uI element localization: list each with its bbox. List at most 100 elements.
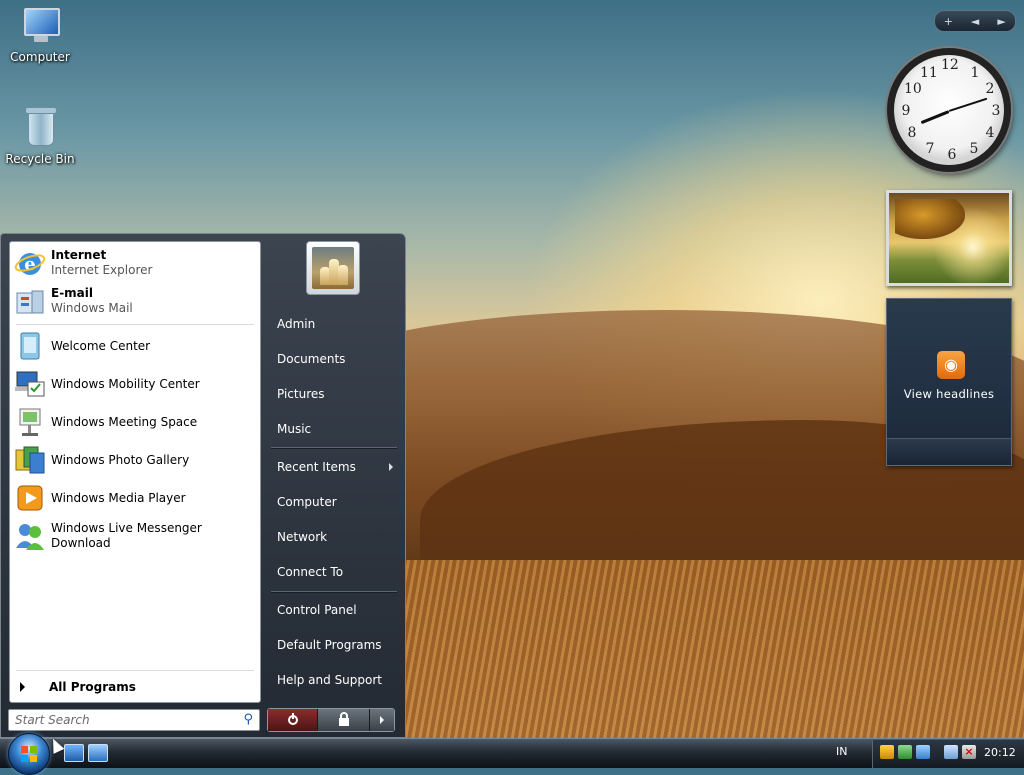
update-icon[interactable] [898, 745, 912, 759]
view-headlines-link[interactable]: View headlines [887, 387, 1011, 401]
search-icon[interactable]: ⚲ [243, 712, 253, 727]
clock-number: 7 [925, 141, 935, 157]
slideshow-image [895, 199, 965, 239]
chevron-right-icon [20, 682, 25, 692]
power-controls [267, 708, 395, 732]
computer-icon [20, 4, 60, 48]
start-link-recent-items[interactable]: Recent Items [269, 452, 399, 482]
clock-number: 5 [969, 141, 979, 157]
clock-number: 2 [985, 81, 995, 97]
pinned-separator [16, 324, 254, 325]
right-separator [271, 447, 397, 449]
messenger-icon [14, 520, 46, 552]
start-link-network[interactable]: Network [269, 522, 399, 552]
power-button[interactable] [268, 709, 319, 731]
security-shield-icon[interactable] [880, 745, 894, 759]
pinned-item-title: E-mail [51, 286, 94, 300]
programs-pane: e Internet Internet Explorer E-mail Window… [9, 241, 261, 703]
start-menu: e Internet Internet Explorer E-mail Window… [0, 233, 406, 738]
user-picture[interactable] [306, 241, 360, 295]
clock-minute-hand [948, 97, 988, 112]
start-button[interactable] [8, 733, 50, 775]
chess-pieces-image [312, 247, 354, 289]
start-link-computer[interactable]: Computer [269, 487, 399, 517]
taskbar-clock[interactable]: 20:12 [984, 746, 1016, 759]
clock-number: 6 [947, 147, 957, 163]
slideshow-gadget[interactable] [886, 190, 1012, 286]
pinned-item-internet[interactable]: e Internet Internet Explorer [14, 245, 258, 281]
clock-number: 9 [901, 103, 911, 119]
program-item[interactable]: Windows Mobility Center [14, 366, 258, 402]
media-player-icon [14, 482, 46, 514]
program-item[interactable]: Windows Live Messenger Download [14, 518, 258, 554]
add-gadget-button[interactable]: + [938, 15, 958, 28]
program-item-label: Windows Live Messenger Download [51, 521, 202, 550]
program-item-label: Windows Mobility Center [51, 376, 200, 391]
clock-gadget[interactable]: 12 1 2 3 4 5 6 7 8 9 10 11 [887, 48, 1011, 172]
all-programs-separator [16, 670, 254, 671]
pinned-item-subtitle: Internet Explorer [51, 263, 153, 277]
clock-number: 3 [991, 103, 1001, 119]
next-gadget-page-button[interactable]: ► [992, 15, 1012, 28]
clock-hour-hand [920, 110, 950, 125]
program-item[interactable]: Windows Photo Gallery [14, 442, 258, 478]
device-icon[interactable] [916, 745, 930, 759]
program-item[interactable]: Windows Media Player [14, 480, 258, 516]
desktop-icon-label: Recycle Bin [5, 152, 75, 166]
feed-headlines-gadget[interactable]: ◉ View headlines [886, 298, 1012, 466]
recycle-bin-icon [20, 106, 60, 150]
program-item-label: Welcome Center [51, 338, 151, 353]
shutdown-options-button[interactable] [370, 709, 394, 731]
program-item-label: Windows Meeting Space [51, 414, 198, 429]
desktop-icon-recycle-bin[interactable]: Recycle Bin [0, 106, 80, 166]
feeds-footer [887, 438, 1011, 465]
clock-number: 8 [907, 125, 917, 141]
start-link-control-panel[interactable]: Control Panel [269, 595, 399, 625]
start-link-admin[interactable]: Admin [269, 309, 399, 339]
meeting-space-icon [14, 406, 46, 438]
start-search-input[interactable]: Start Search ⚲ [8, 709, 260, 731]
photo-gallery-icon [14, 444, 46, 476]
program-item[interactable]: Windows Meeting Space [14, 404, 258, 440]
wallpaper-grass [400, 560, 1024, 760]
arrow-right-icon [380, 716, 385, 724]
start-link-default-programs[interactable]: Default Programs [269, 630, 399, 660]
internet-explorer-icon: e [14, 247, 46, 279]
start-link-pictures[interactable]: Pictures [269, 379, 399, 409]
show-desktop-icon[interactable] [64, 744, 84, 762]
sidebar-controls: + ◄ ► [934, 10, 1016, 32]
rss-icon: ◉ [937, 351, 965, 379]
lock-button[interactable] [318, 709, 371, 731]
start-link-help-and-support[interactable]: Help and Support [269, 665, 399, 695]
program-item-label: Windows Media Player [51, 490, 186, 505]
taskbar [0, 738, 1024, 768]
start-link-documents[interactable]: Documents [269, 344, 399, 374]
network-icon[interactable] [944, 745, 958, 759]
clock-number: 1 [970, 65, 980, 81]
program-item-label: Windows Photo Gallery [51, 452, 190, 467]
clock-number: 10 [904, 81, 922, 97]
all-programs-button[interactable]: All Programs [20, 680, 136, 694]
clock-number: 4 [985, 125, 995, 141]
desktop-icon-computer[interactable]: Computer [0, 4, 80, 64]
start-link-connect-to[interactable]: Connect To [269, 557, 399, 587]
pinned-item-email[interactable]: E-mail Windows Mail [14, 283, 258, 319]
clock-number: 11 [920, 65, 938, 81]
pinned-item-title: Internet [51, 248, 107, 262]
mobility-center-icon [14, 368, 46, 400]
all-programs-label: All Programs [49, 680, 136, 694]
chevron-right-icon [389, 463, 393, 471]
lock-icon [338, 712, 349, 726]
clock-number: 12 [941, 57, 959, 73]
pinned-item-subtitle: Windows Mail [51, 301, 133, 315]
program-item[interactable]: Welcome Center [14, 328, 258, 364]
previous-gadget-page-button[interactable]: ◄ [965, 15, 985, 28]
recent-items-label: Recent Items [277, 460, 356, 474]
volume-muted-icon[interactable]: × [962, 745, 976, 759]
switch-windows-icon[interactable] [88, 744, 108, 762]
language-indicator[interactable]: IN [836, 745, 847, 758]
start-search-placeholder: Start Search [15, 713, 90, 727]
windows-mail-icon [14, 285, 46, 317]
welcome-center-icon [14, 330, 46, 362]
start-link-music[interactable]: Music [269, 414, 399, 444]
